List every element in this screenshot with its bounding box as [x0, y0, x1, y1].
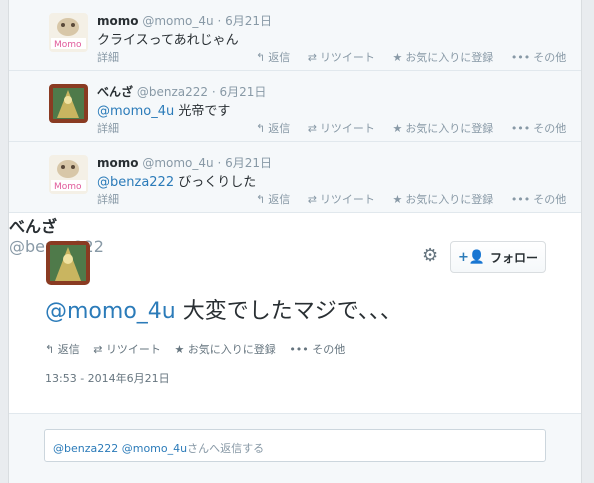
more-button[interactable]: ••• その他: [289, 343, 345, 356]
reply-area: @benza222 @momo_4uさんへ返信する: [9, 413, 581, 483]
author-handle[interactable]: @momo_4u: [142, 156, 213, 170]
favorite-button[interactable]: ★ お気に入りに登録: [174, 343, 275, 356]
avatar[interactable]: [46, 241, 90, 285]
reply-button[interactable]: ↰ 返信: [256, 122, 290, 135]
detail-link[interactable]: 詳細: [97, 120, 119, 136]
mention-link[interactable]: @momo_4u: [97, 104, 174, 119]
star-icon: ★: [392, 51, 403, 64]
author-handle[interactable]: @benza222: [137, 85, 208, 99]
author-name[interactable]: べんざ: [9, 213, 581, 237]
avatar[interactable]: Momo: [49, 13, 88, 52]
tweet-actions: ↰ 返信 ⇄ リツイート ★ お気に入りに登録 ••• その他: [256, 120, 580, 136]
reply-mentions: @benza222 @momo_4u: [53, 442, 188, 455]
author-name[interactable]: momo: [97, 14, 139, 28]
detail-link[interactable]: 詳細: [97, 49, 119, 65]
favorite-button[interactable]: ★ お気に入りに登録: [392, 122, 493, 135]
author-name[interactable]: べんざ: [97, 85, 133, 99]
reply-icon: ↰: [256, 122, 266, 135]
reply-tweet[interactable]: べんざ @benza222 · 6月21日 @momo_4u 光帝です 詳細 ↰…: [9, 71, 581, 142]
retweet-button[interactable]: ⇄ リツイート: [308, 51, 375, 64]
tweet-date[interactable]: 6月21日: [219, 85, 266, 99]
reply-icon: ↰: [256, 51, 266, 64]
reply-input[interactable]: @benza222 @momo_4uさんへ返信する: [44, 429, 546, 462]
more-dots-icon: •••: [510, 193, 531, 206]
reply-tweet[interactable]: Momo momo @momo_4u · 6月21日 @benza222 びっく…: [9, 142, 581, 213]
avatar[interactable]: Momo: [49, 155, 88, 194]
tweet-header: べんざ @benza222 · 6月21日: [97, 85, 267, 99]
tweet-text: @momo_4u 光帝です: [97, 104, 231, 119]
reply-tweet[interactable]: Momo momo @momo_4u · 6月21日 クライスってあれじゃん 詳…: [9, 0, 581, 71]
reply-button[interactable]: ↰ 返信: [256, 51, 290, 64]
author-handle[interactable]: @momo_4u: [142, 14, 213, 28]
retweet-button[interactable]: ⇄ リツイート: [308, 193, 375, 206]
retweet-button[interactable]: ⇄ リツイート: [308, 122, 375, 135]
reply-icon: ↰: [256, 193, 266, 206]
more-dots-icon: •••: [289, 343, 309, 356]
reply-placeholder: さんへ返信する: [187, 442, 265, 455]
reply-button[interactable]: ↰ 返信: [256, 193, 290, 206]
more-button[interactable]: ••• その他: [511, 122, 566, 135]
tweet-actions: ↰ 返信 ⇄ リツイート ★ お気に入りに登録 ••• その他: [45, 341, 355, 357]
tweet-detail-page: Momo momo @momo_4u · 6月21日 クライスってあれじゃん 詳…: [8, 0, 582, 483]
tweet-actions: ↰ 返信 ⇄ リツイート ★ お気に入りに登録 ••• その他: [256, 49, 580, 65]
avatar[interactable]: [49, 84, 88, 123]
author-name[interactable]: momo: [97, 156, 139, 170]
main-tweet: べんざ @benza222 ⚙ +👤 フォロー @momo_4u 大変でしたマジ…: [9, 213, 581, 385]
tweet-date[interactable]: 6月21日: [225, 14, 272, 28]
star-icon: ★: [392, 193, 403, 206]
tweet-text: @momo_4u 大変でしたマジで、、、: [45, 299, 402, 324]
star-icon: ★: [392, 122, 403, 135]
more-dots-icon: •••: [510, 122, 531, 135]
more-dots-icon: •••: [510, 51, 531, 64]
retweet-icon: ⇄: [307, 193, 317, 206]
tweet-timestamp[interactable]: 13:53 - 2014年6月21日: [45, 370, 170, 386]
gear-icon[interactable]: ⚙: [422, 245, 438, 266]
tweet-actions: ↰ 返信 ⇄ リツイート ★ お気に入りに登録 ••• その他: [256, 191, 580, 207]
follow-button[interactable]: +👤 フォロー: [450, 241, 546, 273]
star-icon: ★: [174, 343, 185, 356]
favorite-button[interactable]: ★ お気に入りに登録: [392, 193, 493, 206]
svg-text:Momo: Momo: [54, 182, 82, 192]
detail-link[interactable]: 詳細: [97, 191, 119, 207]
add-user-icon: +👤: [457, 249, 486, 265]
reply-icon: ↰: [45, 343, 55, 356]
tweet-text: @benza222 びっくりした: [97, 175, 257, 190]
more-button[interactable]: ••• その他: [511, 193, 566, 206]
retweet-icon: ⇄: [307, 122, 317, 135]
mention-link[interactable]: @momo_4u: [45, 299, 176, 324]
tweet-text: クライスってあれじゃん: [97, 33, 239, 48]
svg-text:Momo: Momo: [54, 40, 82, 50]
mention-link[interactable]: @benza222: [97, 175, 174, 190]
retweet-button[interactable]: ⇄ リツイート: [93, 343, 161, 356]
retweet-icon: ⇄: [93, 343, 103, 356]
reply-button[interactable]: ↰ 返信: [45, 343, 80, 356]
tweet-header: momo @momo_4u · 6月21日: [97, 156, 273, 170]
more-button[interactable]: ••• その他: [511, 51, 566, 64]
tweet-date[interactable]: 6月21日: [225, 156, 272, 170]
favorite-button[interactable]: ★ お気に入りに登録: [392, 51, 493, 64]
retweet-icon: ⇄: [307, 51, 317, 64]
tweet-header: momo @momo_4u · 6月21日: [97, 14, 273, 28]
